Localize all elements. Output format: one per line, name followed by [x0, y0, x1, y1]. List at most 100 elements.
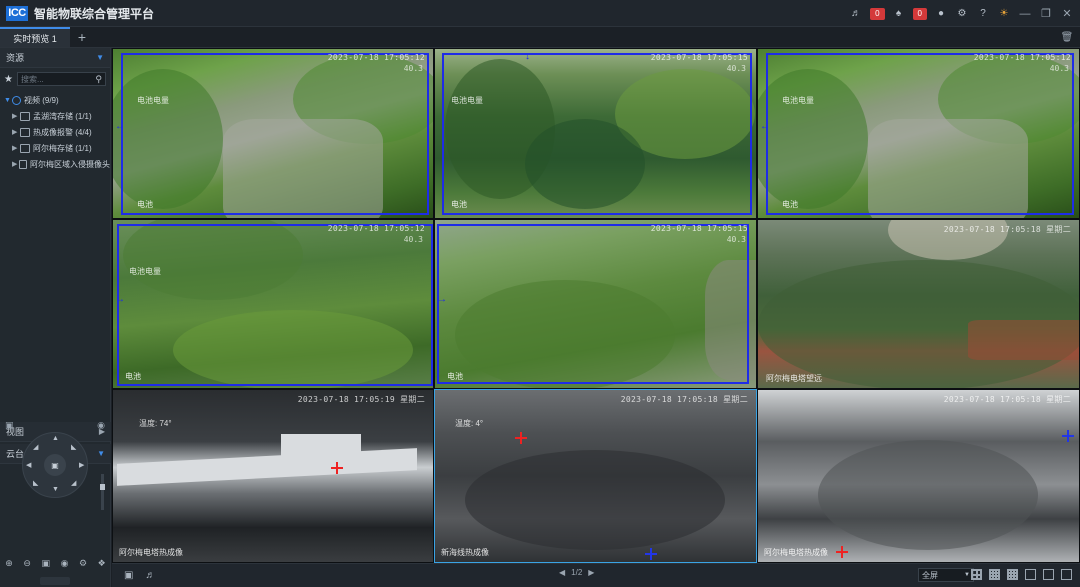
restore-button[interactable]: ❐ [1039, 7, 1053, 21]
chevron-down-icon[interactable]: ▼ [96, 53, 104, 62]
resource-header[interactable]: 资源 ▼ [0, 48, 110, 68]
osd-sub: 40.3 [726, 64, 746, 73]
collapse-icon[interactable]: ▶ [12, 144, 20, 152]
osd-sub: 40.3 [403, 64, 423, 73]
ptz-speed-slider[interactable] [100, 474, 105, 510]
search-input[interactable]: 搜索... ⚲ [16, 72, 106, 86]
zoom-in-icon[interactable]: ⊕ [5, 558, 13, 569]
prev-page-icon[interactable]: ◀ [559, 568, 565, 577]
gear-icon[interactable]: ⚙ [79, 558, 87, 569]
ptz-down-button[interactable]: ▼ [52, 486, 59, 493]
osd-camera-name: 电池 [451, 200, 467, 209]
osd-timestamp: 2023-07-18 17:05:12 [327, 224, 425, 233]
app-logo: ICC [6, 5, 28, 21]
ptz-control: ▣ ◉ ▲ ▼ ◀ ▶ ◢ ◣ ◣ ◢ ▣ [0, 416, 111, 526]
video-cell[interactable]: → 2023-07-18 17:05:15 40.3 电池 [434, 219, 757, 389]
title-bar: ICC 智能物联综合管理平台 ♬ 0 ♠ 0 ● ⚙ ? ☀ — ❐ ✕ [0, 0, 1080, 27]
hotspot-marker [515, 432, 527, 444]
broadcast-icon[interactable]: ♬ [145, 570, 155, 581]
video-cell[interactable]: ↓ 2023-07-18 17:05:15 40.3 电池电量 电池 [434, 48, 757, 219]
save-icon[interactable]: ▣ [124, 570, 133, 581]
ptz-upright-button[interactable]: ◣ [71, 443, 76, 451]
preset-icon[interactable]: ❖ [98, 558, 106, 569]
fullscreen-icon[interactable] [1061, 569, 1072, 580]
theme-icon[interactable]: ☀ [997, 7, 1011, 21]
ptz-right-button[interactable]: ▶ [79, 461, 84, 469]
osd-temperature: 温度: 4° [455, 419, 484, 428]
tree-item-label: 孟湖湾存储 (1/1) [33, 111, 92, 121]
title-toolbar: ♬ 0 ♠ 0 ● ⚙ ? ☀ — ❐ ✕ [849, 0, 1074, 27]
collapse-icon[interactable]: ▶ [12, 160, 19, 168]
video-cell-selected[interactable]: 2023-07-18 17:05:18 星期二 温度: 4° 新海线热成像 [434, 389, 757, 563]
aperture-icon[interactable]: ◉ [61, 558, 69, 569]
roi-arrow-icon: ↓ [525, 51, 530, 62]
close-button[interactable]: ✕ [1060, 7, 1074, 21]
add-tab-icon[interactable]: + [70, 27, 94, 47]
layout-custom-icon[interactable] [1025, 569, 1036, 580]
roi-arrow-icon: → [437, 294, 447, 305]
roi-box [117, 224, 433, 386]
osd-camera-name: 阿尔梅电塔望远 [766, 374, 822, 383]
video-cell[interactable]: 2023-07-18 17:05:19 星期二 温度: 74° 阿尔梅电塔热成像 [112, 389, 434, 563]
search-row: ★ 搜索... ⚲ [0, 68, 110, 90]
osd-timestamp: 2023-07-18 17:05:12 [327, 53, 425, 62]
bottom-toolbar: ▣ ♬ ◀ 1/2 ▶ 全屏 ▼ [112, 563, 1080, 587]
osd-label: 电池电量 [129, 267, 161, 276]
tab-live-preview[interactable]: 实时预览 1 [0, 27, 70, 47]
ptz-left-button[interactable]: ◀ [26, 461, 31, 469]
lock-icon[interactable]: ▣ [5, 420, 14, 431]
folder-icon [20, 127, 30, 137]
help-icon[interactable]: ? [976, 7, 990, 21]
tree-item[interactable]: ▶ 热成像报警 (4/4) [0, 124, 110, 140]
layout-9-icon[interactable] [989, 569, 1000, 580]
tree-item[interactable]: ▶ 阿尔梅存储 (1/1) [0, 140, 110, 156]
ptz-toolbar: ⊕ ⊖ ▣ ◉ ⚙ ❖ [0, 554, 111, 572]
ptz-downright-button[interactable]: ◢ [71, 479, 76, 487]
focus-icon[interactable]: ▣ [42, 558, 51, 569]
osd-label: 电池电量 [137, 96, 169, 105]
bell-icon[interactable]: ♠ [892, 7, 906, 21]
tree-root-label: 视频 (9/9) [24, 95, 59, 105]
video-cell[interactable]: 2023-07-18 17:05:18 星期二 阿尔梅电塔望远 [757, 219, 1080, 389]
osd-timestamp: 2023-07-18 17:05:12 [973, 53, 1071, 62]
roi-box [442, 53, 752, 215]
next-page-icon[interactable]: ▶ [588, 568, 594, 577]
collapse-icon[interactable]: ▶ [12, 112, 20, 120]
video-cell[interactable]: → 2023-07-18 17:05:12 40.3 电池电量 电池 [112, 219, 434, 389]
layout-4-icon[interactable] [971, 569, 982, 580]
ptz-up-button[interactable]: ▲ [52, 435, 59, 442]
osd-camera-name: 电池 [137, 200, 153, 209]
roi-box [437, 224, 749, 384]
video-cell[interactable]: ↔ 2023-07-18 17:05:12 40.3 电池电量 电池 [112, 48, 434, 219]
layout-16-icon[interactable] [1007, 569, 1018, 580]
slider-thumb[interactable] [100, 484, 105, 490]
volume-icon[interactable]: ♬ [849, 7, 863, 21]
coldspot-marker [645, 548, 657, 560]
trash-icon[interactable]: 🗑 [1060, 30, 1074, 44]
gear-icon[interactable]: ⚙ [955, 7, 969, 21]
minimize-button[interactable]: — [1018, 7, 1032, 21]
expand-icon[interactable]: ▼ [4, 97, 12, 104]
sidebar-collapse-handle[interactable] [40, 577, 70, 585]
mouse-icon[interactable]: ◉ [97, 420, 105, 431]
osd-sub: 40.3 [1049, 64, 1069, 73]
ptz-downleft-button[interactable]: ◣ [33, 479, 38, 487]
search-icon[interactable]: ⚲ [95, 74, 102, 85]
tree-item[interactable]: ▶ 阿尔梅区域入侵摄像头 [0, 156, 110, 172]
user-icon[interactable]: ● [934, 7, 948, 21]
ptz-center-button[interactable]: ▣ [44, 454, 66, 476]
ptz-upleft-button[interactable]: ◢ [33, 443, 38, 451]
audio-badge[interactable]: 0 [870, 7, 885, 20]
layout-icons [971, 569, 1072, 580]
alarm-badge[interactable]: 0 [912, 7, 927, 20]
tree-item[interactable]: ▶ 孟湖湾存储 (1/1) [0, 108, 110, 124]
video-cell[interactable]: ↔ 2023-07-18 17:05:12 40.3 电池电量 电池 [757, 48, 1080, 219]
video-cell[interactable]: 2023-07-18 17:05:18 星期二 阿尔梅电塔热成像 [757, 389, 1080, 563]
edit-layout-icon[interactable] [1043, 569, 1054, 580]
roi-arrow-icon: ↔ [115, 121, 125, 132]
collapse-icon[interactable]: ▶ [12, 128, 20, 136]
star-icon[interactable]: ★ [4, 74, 13, 85]
layout-select[interactable]: 全屏 ▼ [918, 568, 974, 582]
tree-root[interactable]: ▼ 视频 (9/9) [0, 92, 110, 108]
zoom-out-icon[interactable]: ⊖ [23, 558, 31, 569]
